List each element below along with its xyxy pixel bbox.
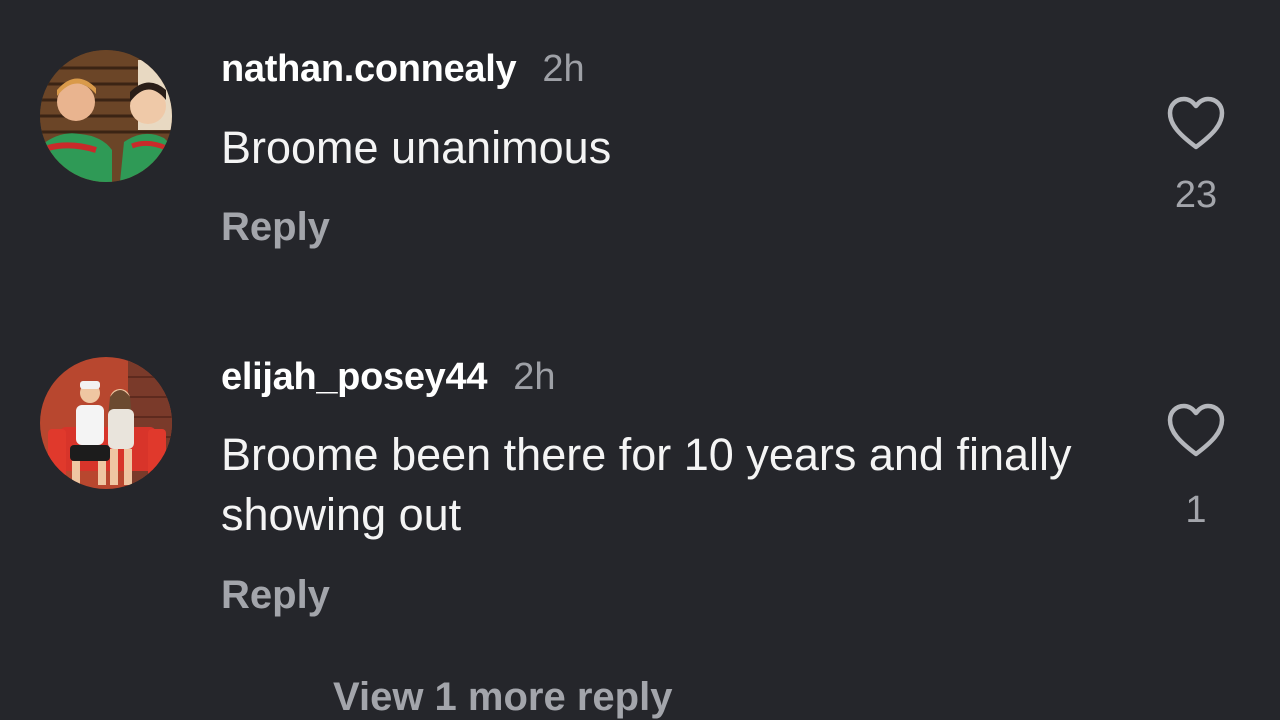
avatar[interactable] <box>40 50 172 182</box>
reply-button[interactable]: Reply <box>221 203 330 251</box>
comment-text: Broome unanimous <box>221 122 612 173</box>
comments-screen: nathan.connealy 2h Broome unanimous Repl… <box>0 0 1280 720</box>
comment-meta: elijah_posey44 2h <box>221 355 555 399</box>
avatar[interactable] <box>40 357 172 489</box>
like-control: 23 <box>1160 95 1232 217</box>
username[interactable]: elijah_posey44 <box>221 355 487 399</box>
heart-outline-icon[interactable] <box>1166 402 1226 458</box>
like-count: 23 <box>1174 174 1218 216</box>
timestamp: 2h <box>513 356 556 398</box>
comment-item: nathan.connealy 2h Broome unanimous Repl… <box>0 0 1280 300</box>
avatar-photo <box>40 50 172 182</box>
timestamp: 2h <box>542 48 585 90</box>
heart-outline-icon[interactable] <box>1166 95 1226 151</box>
like-control: 1 <box>1160 402 1232 532</box>
reply-button[interactable]: Reply <box>221 571 330 619</box>
username[interactable]: nathan.connealy <box>221 47 517 91</box>
comment-item: elijah_posey44 2h Broome been there for … <box>0 310 1280 640</box>
comment-meta: nathan.connealy 2h <box>221 47 585 91</box>
view-more-replies-button[interactable]: View 1 more reply <box>333 673 672 720</box>
avatar-photo <box>40 357 172 489</box>
like-count: 1 <box>1185 489 1207 531</box>
comment-text: Broome been there for 10 years and final… <box>221 429 1072 540</box>
